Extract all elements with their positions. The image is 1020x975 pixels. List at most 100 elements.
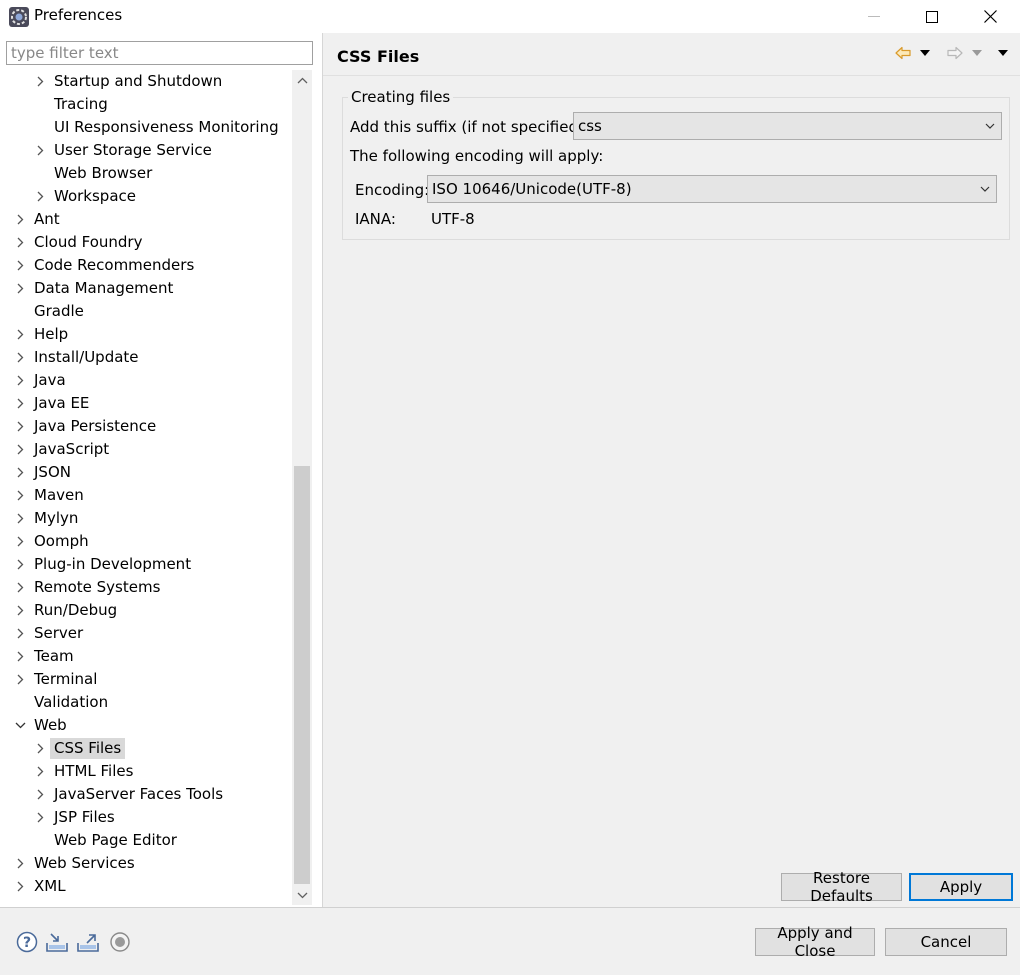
tree-item[interactable]: Terminal [10,668,101,691]
tree-item[interactable]: Run/Debug [10,599,121,622]
export-icon[interactable] [76,930,100,954]
apply-and-close-button[interactable]: Apply and Close [755,924,875,960]
tree-item[interactable]: Web Services [10,852,139,875]
forward-history-dropdown-icon[interactable] [968,43,986,63]
scroll-up-arrow-icon[interactable] [292,70,312,90]
chevron-right-icon[interactable] [10,231,30,254]
chevron-right-icon[interactable] [10,645,30,668]
tree-item[interactable]: JSP Files [30,806,119,829]
tree-item[interactable]: JavaServer Faces Tools [30,783,227,806]
tree-item[interactable]: JSON [10,461,75,484]
tree-item-label: Ant [34,210,60,228]
record-icon[interactable] [108,930,132,954]
chevron-right-icon[interactable] [10,484,30,507]
chevron-right-icon[interactable] [30,760,50,783]
tree-item[interactable]: Plug-in Development [10,553,195,576]
back-history-dropdown-icon[interactable] [916,43,934,63]
maximize-button[interactable] [903,0,961,33]
tree-item[interactable]: Install/Update [10,346,143,369]
chevron-right-icon[interactable] [10,438,30,461]
back-arrow-icon[interactable] [894,43,912,63]
chevron-right-icon[interactable] [10,369,30,392]
tree-item[interactable]: Maven [10,484,88,507]
chevron-right-icon[interactable] [10,415,30,438]
title-bar: Preferences [0,0,1020,33]
tree-item[interactable]: UI Responsiveness Monitoring [30,116,283,139]
chevron-right-icon[interactable] [30,783,50,806]
tree-item[interactable]: Java [10,369,70,392]
tree-item[interactable]: Remote Systems [10,576,164,599]
chevron-right-icon[interactable] [30,185,50,208]
tree-item[interactable]: Tracing [30,93,112,116]
chevron-right-icon[interactable] [30,806,50,829]
chevron-right-icon[interactable] [30,139,50,162]
tree-item[interactable]: Team [10,645,78,668]
close-button[interactable] [961,0,1019,33]
import-icon[interactable] [45,930,69,954]
cancel-button[interactable]: Cancel [885,928,1007,956]
chevron-right-icon[interactable] [10,622,30,645]
chevron-right-icon[interactable] [10,208,30,231]
filter-input[interactable] [6,41,313,65]
tree-item[interactable]: Oomph [10,530,93,553]
encoding-combo[interactable]: ISO 10646/Unicode(UTF-8) [427,175,997,203]
tree-item[interactable]: Web Browser [30,162,156,185]
view-menu-icon[interactable] [994,43,1012,63]
chevron-right-icon[interactable] [10,576,30,599]
tree-item[interactable]: Ant [10,208,64,231]
tree-item[interactable]: Web [10,714,71,737]
scrollbar-thumb[interactable] [294,466,310,884]
chevron-right-icon[interactable] [10,530,30,553]
tree-item-label: Mylyn [34,509,79,527]
tree-item[interactable]: Help [10,323,72,346]
tree-item[interactable]: CSS Files [30,737,126,760]
tree-item[interactable]: Cloud Foundry [10,231,146,254]
preference-page: CSS Files Creating files Add this suffix… [323,33,1020,907]
chevron-right-icon[interactable] [10,553,30,576]
tree-item[interactable]: Startup and Shutdown [30,70,226,93]
tree-item[interactable]: HTML Files [30,760,137,783]
chevron-right-icon[interactable] [10,346,30,369]
tree-item[interactable]: Code Recommenders [10,254,198,277]
chevron-right-icon[interactable] [30,70,50,93]
chevron-right-icon[interactable] [10,875,30,898]
forward-arrow-icon[interactable] [946,43,964,63]
chevron-right-icon[interactable] [10,852,30,875]
suffix-combo[interactable]: css [573,112,1002,140]
minimize-button[interactable] [845,0,903,33]
tree-item[interactable]: Java EE [10,392,93,415]
chevron-right-icon[interactable] [10,461,30,484]
chevron-right-icon[interactable] [10,254,30,277]
tree-item[interactable]: XML [10,875,70,898]
help-icon[interactable]: ? [15,930,39,954]
chevron-right-icon[interactable] [10,668,30,691]
chevron-right-icon[interactable] [10,599,30,622]
tree-item[interactable]: Mylyn [10,507,82,530]
scroll-down-arrow-icon[interactable] [292,885,312,905]
chevron-right-icon[interactable] [10,323,30,346]
restore-defaults-button[interactable]: Restore Defaults [781,869,902,905]
chevron-right-icon[interactable] [10,392,30,415]
tree-item-label: Plug-in Development [34,555,192,573]
chevron-right-icon[interactable] [30,737,50,760]
apply-button[interactable]: Apply [909,873,1013,901]
tree-item[interactable]: JavaScript [10,438,113,461]
chevron-right-icon[interactable] [10,507,30,530]
tree-item[interactable]: Server [10,622,87,645]
tree-item-label: Install/Update [34,348,139,366]
page-navigation [894,41,1012,65]
tree-item-label: Run/Debug [34,601,118,619]
tree-item[interactable]: Web Page Editor [30,829,181,852]
tree-item[interactable]: Data Management [10,277,177,300]
tree-item[interactable]: Gradle [10,300,88,323]
tree-item[interactable]: Java Persistence [10,415,160,438]
tree-scrollbar[interactable] [292,70,312,905]
chevron-right-icon[interactable] [10,277,30,300]
chevron-down-icon[interactable] [10,714,30,737]
tree-item[interactable]: User Storage Service [30,139,216,162]
tree-item-label: CSS Files [50,738,126,759]
tree-item[interactable]: Validation [10,691,112,714]
tree-item[interactable]: Workspace [30,185,140,208]
